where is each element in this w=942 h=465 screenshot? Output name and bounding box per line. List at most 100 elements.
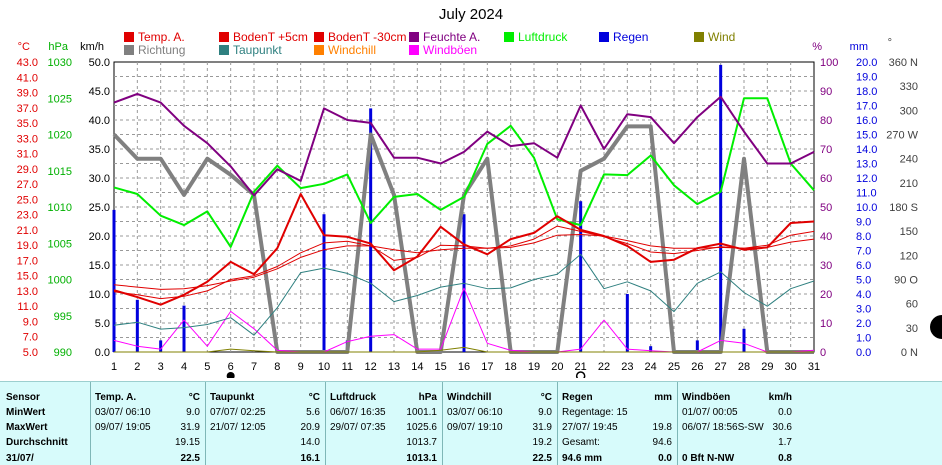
row-label-min: MinWert [6,407,46,418]
x-tick-label: 2 [134,361,140,373]
x-tick-label: 5 [204,361,210,373]
rain-tick-label: 3.0 [856,304,871,316]
rain-tick-label: 5.0 [856,275,871,287]
temp-tick-label: 23.0 [17,210,38,222]
stats-unit: km/h [768,392,792,403]
direction-tick-label: 90 O [894,275,918,287]
wind-tick-label: 5.0 [95,318,110,330]
stats-value: 19.8 [652,422,672,433]
legend-label: Windböen [423,43,478,57]
legend-swatch [409,32,419,42]
x-tick-label: 29 [761,361,773,373]
stats-section-temp-a: Temp. A. °C 03/07/ 06:10 9.0 09/07/ 19:05 31.… [90,382,206,465]
stats-value: 19.2 [532,437,552,448]
direction-tick-label: 240 [900,154,918,166]
legend-label: Luftdruck [518,30,568,44]
rain-tick-label: 1.0 [856,333,871,345]
direction-tick-label: 180 S [889,202,918,214]
legend-item-luftdruck: Luftdruck [504,31,567,44]
stats-table: Sensor MinWert MaxWert Durchschnitt 31/0… [0,381,942,465]
stats-value: 1.7 [778,437,792,448]
wind-unit-label: km/h [80,41,104,53]
wind-tick-label: 35.0 [89,144,110,156]
stats-section-windb-en: Windböen km/h 01/07/ 00:05 0.0 06/07/ 18:56S… [677,382,798,465]
stats-value: 16.1 [300,453,320,464]
stats-value: 14.0 [300,437,320,448]
temp-tick-label: 5.0 [23,347,38,359]
temp-tick-label: 33.0 [17,133,38,145]
legend-item-regen: Regen [599,31,648,44]
x-tick-label: 6 [228,361,234,373]
stats-cell: Regentage: 15 [562,407,628,418]
rain-bar [625,294,629,352]
temp-tick-label: 17.0 [17,255,38,267]
stats-row-labels: Sensor MinWert MaxWert Durchschnitt 31/0… [0,382,90,465]
rain-tick-label: 18.0 [856,86,877,98]
rain-tick-label: 12.0 [856,173,877,185]
temp-tick-label: 11.0 [17,301,38,313]
rain-unit-label: mm [850,41,868,53]
rain-bar [112,209,116,352]
stats-section-windchill: Windchill °C 03/07/ 06:10 9.0 09/07/ 19:10 31… [442,382,558,465]
direction-tick-label: 300 [900,105,918,117]
legend-swatch [314,32,324,42]
legend-swatch [694,32,704,42]
direction-tick-label: 30 [906,323,918,335]
stats-value: 30.6 [772,422,792,433]
temp-tick-label: 7.0 [23,332,38,344]
stats-section-taupunkt: Taupunkt °C 07/07/ 02:25 5.6 21/07/ 12:05 20.… [205,382,326,465]
x-tick-label: 19 [528,361,540,373]
rain-tick-label: 2.0 [856,318,871,330]
legend-item-windböen: Windböen [409,44,477,57]
direction-tick-label: 210 [900,178,918,190]
rain-tick-label: 14.0 [856,144,877,156]
legend-swatch [219,45,229,55]
humidity-tick-label: 30 [820,260,832,272]
pressure-tick-label: 1025 [48,93,72,105]
x-tick-label: 13 [388,361,400,373]
rain-tick-label: 8.0 [856,231,871,243]
x-tick-label: 24 [645,361,657,373]
humidity-tick-label: 100 [820,57,838,69]
legend-swatch [409,45,419,55]
stats-value: 31.9 [180,422,200,433]
legend-item-taupunkt: Taupunkt [219,44,282,57]
stats-value: 94.6 [652,437,672,448]
stats-value: 22.5 [532,453,552,464]
humidity-tick-label: 50 [820,202,832,214]
direction-tick-label: 60 [906,299,918,311]
x-tick-label: 25 [668,361,680,373]
legend-label: Windchill [328,43,377,57]
legend-swatch [504,32,514,42]
legend-label: Temp. A. [138,30,185,44]
legend-label: Taupunkt [233,43,282,57]
stats-value: 0.0 [778,407,792,418]
legend-swatch [124,32,134,42]
direction-tick-label: 330 [900,81,918,93]
humidity-tick-label: 40 [820,231,832,243]
stats-value: 9.0 [538,407,552,418]
direction-tick-label: 120 [900,250,918,262]
row-label-max: MaxWert [6,422,48,433]
stats-section-luftdruck: Luftdruck hPa 06/07/ 16:35 1001.1 29/07/ 07:… [325,382,443,465]
rain-tick-label: 10.0 [856,202,877,214]
x-tick-label: 17 [481,361,493,373]
temp-tick-label: 29.0 [17,164,38,176]
pressure-tick-label: 1015 [48,166,72,178]
stats-value: 19.15 [174,437,200,448]
legend-label: Richtung [138,43,186,57]
rain-bar [182,305,186,352]
rain-tick-label: 7.0 [856,246,871,258]
humidity-tick-label: 70 [820,144,832,156]
temp-tick-label: 37.0 [17,103,38,115]
humidity-tick-label: 60 [820,173,832,185]
x-tick-label: 15 [435,361,447,373]
wind-tick-label: 0.0 [95,347,110,359]
rain-tick-label: 19.0 [856,72,877,84]
stats-unit: °C [540,392,552,403]
x-tick-label: 28 [738,361,750,373]
wind-tick-label: 15.0 [89,260,110,272]
humidity-tick-label: 10 [820,318,832,330]
x-tick-label: 22 [598,361,610,373]
x-tick-label: 12 [365,361,377,373]
